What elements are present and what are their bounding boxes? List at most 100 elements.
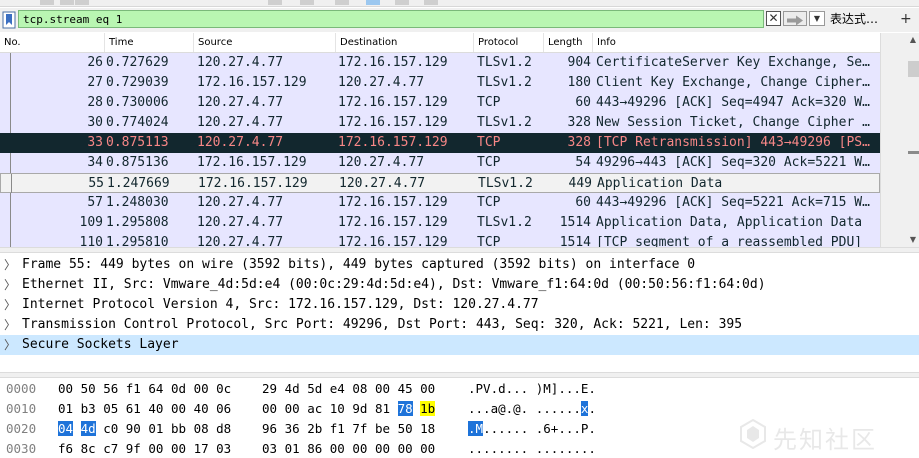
hex-byte[interactable]: 00 — [420, 381, 435, 396]
hex-byte[interactable]: 45 — [398, 381, 413, 396]
hex-byte[interactable]: 64 — [148, 381, 163, 396]
hex-byte[interactable]: f1 — [126, 381, 141, 396]
hex-byte[interactable]: 36 — [285, 421, 300, 436]
column-header-info[interactable]: Info — [593, 33, 880, 52]
hex-byte[interactable]: 56 — [103, 381, 118, 396]
packet-row[interactable]: 33 0.875113 120.27.4.77 172.16.157.129 TCP 32… — [0, 133, 880, 153]
packet-row[interactable]: 110 1.295810 120.27.4.77 172.16.157.129 TCP 1… — [0, 233, 880, 247]
detail-tree-item[interactable]: 〉 Transmission Control Protocol, Src Port… — [0, 315, 919, 335]
hex-byte[interactable]: 08 — [352, 381, 367, 396]
detail-tree-item[interactable]: 〉 Frame 55: 449 bytes on wire (3592 bits)… — [0, 255, 919, 275]
hex-byte[interactable]: 29 — [262, 381, 277, 396]
hex-byte[interactable]: 40 — [194, 401, 209, 416]
packet-row[interactable]: 28 0.730006 120.27.4.77 172.16.157.129 TCP 60… — [0, 93, 880, 113]
hex-byte[interactable]: 90 — [126, 421, 141, 436]
hex-byte[interactable]: 05 — [103, 401, 118, 416]
column-header-no[interactable]: No. — [0, 33, 105, 52]
hex-byte[interactable]: 7f — [352, 421, 367, 436]
add-filter-button-icon[interactable]: + — [900, 10, 912, 28]
hex-byte[interactable]: 1b — [420, 401, 436, 416]
hex-byte[interactable]: c0 — [103, 421, 118, 436]
hex-byte[interactable]: 50 — [398, 421, 413, 436]
hex-byte[interactable]: 00 — [171, 441, 186, 456]
detail-tree-item[interactable]: 〉 Secure Sockets Layer — [0, 335, 919, 355]
packet-row[interactable]: 34 0.875136 172.16.157.129 120.27.4.77 TCP 54… — [0, 153, 880, 173]
toolbar-button[interactable] — [60, 0, 74, 5]
toolbar-button[interactable] — [366, 0, 380, 5]
expand-chevron-icon[interactable]: 〉 — [4, 335, 16, 355]
packet-row[interactable]: 57 1.248030 120.27.4.77 172.16.157.129 TCP 60… — [0, 193, 880, 213]
hex-byte[interactable]: 00 — [398, 441, 413, 456]
expand-chevron-icon[interactable]: 〉 — [4, 315, 16, 335]
packet-row[interactable]: 30 0.774024 120.27.4.77 172.16.157.129 TLSv1… — [0, 113, 880, 133]
packet-row[interactable]: 109 1.295808 120.27.4.77 172.16.157.129 TLSv… — [0, 213, 880, 233]
hex-byte[interactable]: b3 — [81, 401, 96, 416]
hex-byte[interactable]: c7 — [103, 441, 118, 456]
hex-byte[interactable]: 04 — [58, 421, 74, 436]
hex-byte[interactable]: 8c — [81, 441, 96, 456]
hex-byte[interactable]: be — [375, 421, 390, 436]
hex-byte[interactable]: 18 — [420, 421, 435, 436]
packet-row[interactable]: 26 0.727629 120.27.4.77 172.16.157.129 TLSv1… — [0, 53, 880, 73]
toolbar-button[interactable] — [40, 0, 54, 5]
column-header-protocol[interactable]: Protocol — [474, 33, 544, 52]
detail-tree-item[interactable]: 〉 Ethernet II, Src: Vmware_4d:5d:e4 (00:0… — [0, 275, 919, 295]
column-header-destination[interactable]: Destination — [336, 33, 474, 52]
hex-byte[interactable]: 5d — [307, 381, 322, 396]
hex-byte[interactable]: 06 — [216, 401, 231, 416]
display-filter-input[interactable]: tcp.stream eq 1 — [18, 10, 764, 28]
hex-byte[interactable]: 00 — [375, 381, 390, 396]
hex-byte[interactable]: 01 — [148, 421, 163, 436]
column-header-length[interactable]: Length — [544, 33, 593, 52]
pane-splitter[interactable] — [0, 247, 919, 253]
scroll-down-icon[interactable]: ▼ — [908, 235, 918, 245]
toolbar-button[interactable] — [424, 0, 438, 5]
hex-byte[interactable]: 4d — [80, 421, 96, 436]
hex-byte[interactable]: 01 — [285, 441, 300, 456]
scroll-up-icon[interactable]: ▲ — [908, 35, 918, 45]
hex-byte[interactable]: 78 — [397, 401, 413, 416]
expand-chevron-icon[interactable]: 〉 — [4, 275, 16, 295]
hex-byte[interactable]: 00 — [148, 441, 163, 456]
hex-byte[interactable]: f1 — [330, 421, 345, 436]
hex-byte[interactable]: 81 — [375, 401, 390, 416]
toolbar-button[interactable] — [300, 0, 314, 5]
hex-byte[interactable]: 2b — [307, 421, 322, 436]
hex-byte[interactable]: 00 — [285, 401, 300, 416]
packet-row[interactable]: 27 0.729039 172.16.157.129 120.27.4.77 TLSv1… — [0, 73, 880, 93]
expand-chevron-icon[interactable]: 〉 — [4, 255, 16, 275]
hex-byte[interactable]: 9d — [352, 401, 367, 416]
hex-byte[interactable]: 17 — [194, 441, 209, 456]
hex-byte[interactable]: 00 — [375, 441, 390, 456]
hex-byte[interactable]: 00 — [262, 401, 277, 416]
hex-byte[interactable]: 03 — [262, 441, 277, 456]
column-header-time[interactable]: Time — [105, 33, 194, 52]
hex-byte[interactable]: 40 — [148, 401, 163, 416]
hex-byte[interactable]: 61 — [126, 401, 141, 416]
hex-byte[interactable]: e4 — [330, 381, 345, 396]
column-header-source[interactable]: Source — [194, 33, 336, 52]
apply-filter-button[interactable] — [783, 11, 807, 26]
hex-dump-row[interactable]: 0000 00 50 56 f1 64 0d 00 0c 29 4d 5d e4 0… — [0, 379, 919, 399]
hex-byte[interactable]: f6 — [58, 441, 73, 456]
expression-button[interactable]: 表达式… — [830, 10, 878, 28]
scrollbar-thumb[interactable] — [908, 61, 919, 77]
hex-byte[interactable]: 00 — [330, 441, 345, 456]
clear-filter-icon[interactable]: ✕ — [766, 11, 781, 26]
hex-byte[interactable]: 0d — [171, 381, 186, 396]
hex-byte[interactable]: 03 — [216, 441, 231, 456]
packet-list-scrollbar[interactable]: ▲ ▼ — [880, 33, 919, 247]
hex-byte[interactable]: 10 — [330, 401, 345, 416]
hex-byte[interactable]: 00 — [420, 441, 435, 456]
hex-byte[interactable]: bb — [171, 421, 186, 436]
hex-byte[interactable]: 0c — [216, 381, 231, 396]
toolbar-button[interactable] — [395, 0, 409, 5]
hex-byte[interactable]: 00 — [352, 441, 367, 456]
hex-byte[interactable]: 01 — [58, 401, 73, 416]
hex-byte[interactable]: 00 — [171, 401, 186, 416]
toolbar-button[interactable] — [268, 0, 282, 5]
hex-byte[interactable]: 08 — [194, 421, 209, 436]
hex-byte[interactable]: 86 — [307, 441, 322, 456]
hex-byte[interactable]: d8 — [216, 421, 231, 436]
expand-chevron-icon[interactable]: 〉 — [4, 295, 16, 315]
